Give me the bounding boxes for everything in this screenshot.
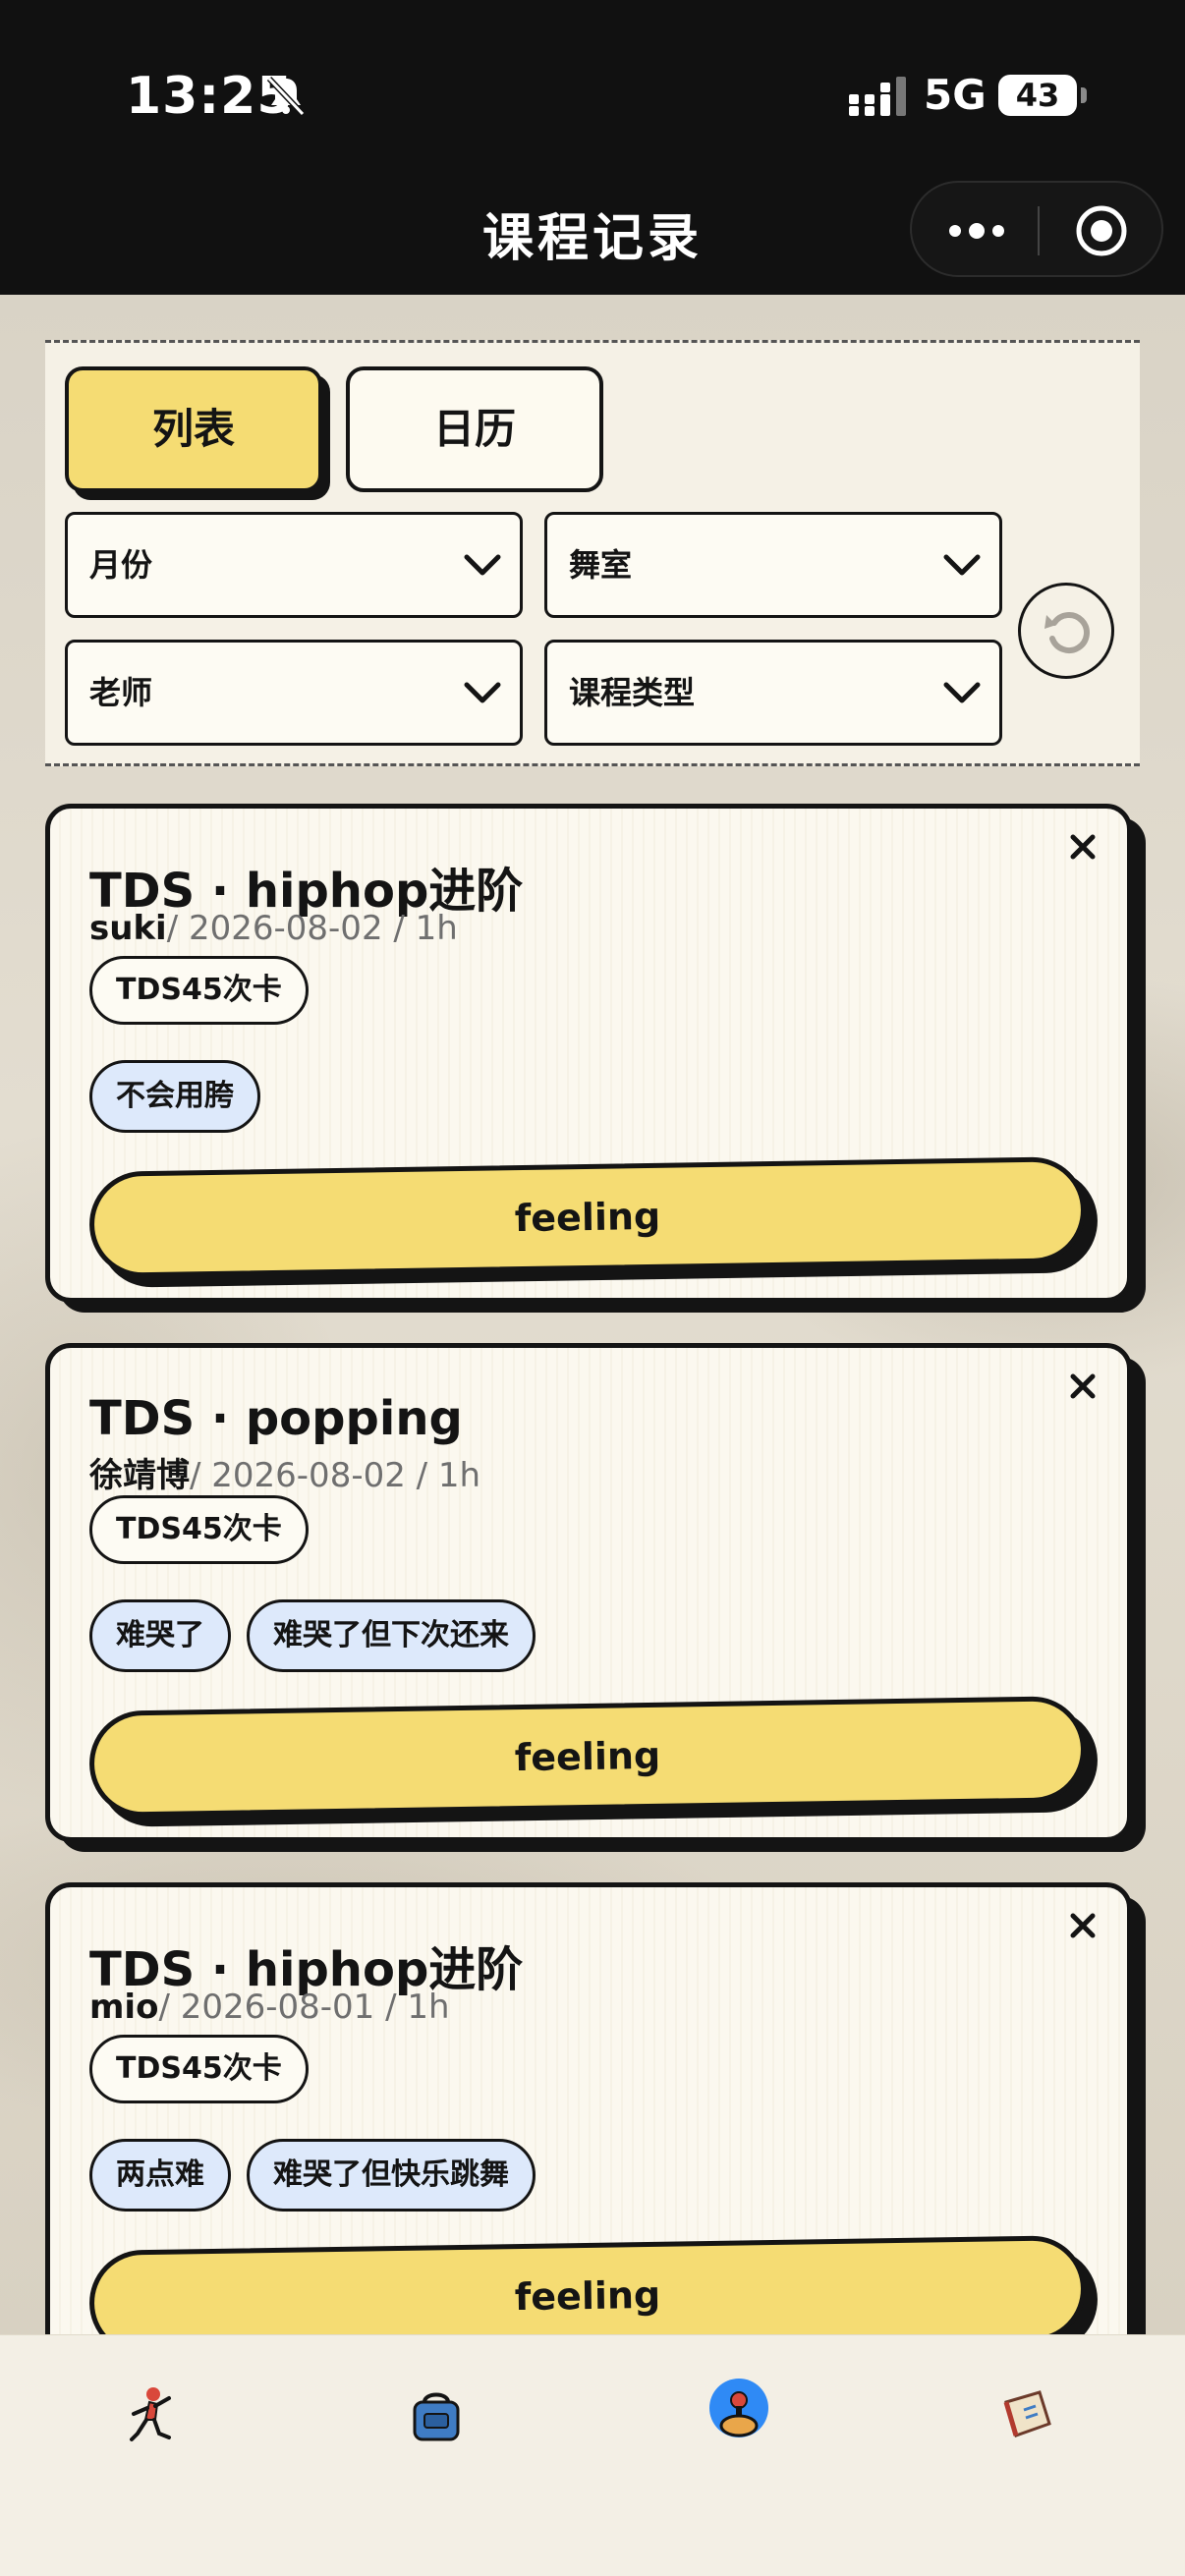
network-label: 5G — [924, 71, 987, 119]
dancer-icon[interactable] — [120, 2384, 183, 2447]
record-teacher: suki — [89, 909, 167, 948]
tab-calendar[interactable]: 日历 — [346, 366, 603, 492]
silent-bell-icon — [266, 76, 306, 117]
feeling-button[interactable]: feeling — [88, 1696, 1087, 1818]
signal-icon — [849, 77, 906, 116]
record-teacher: mio — [89, 1988, 159, 2027]
capsule-divider — [1038, 206, 1040, 255]
bag-icon[interactable] — [405, 2384, 468, 2447]
delete-record-icon[interactable] — [1068, 832, 1098, 862]
book-icon[interactable] — [996, 2384, 1059, 2447]
mood-tag: 难哭了但快乐跳舞 — [247, 2139, 536, 2212]
mood-tag: 不会用胯 — [89, 1060, 260, 1133]
mood-tag: 难哭了 — [89, 1599, 231, 1672]
membership-card-tag: TDS45次卡 — [89, 956, 309, 1025]
record-meta: mio/ 2026-08-01 / 1h — [89, 1988, 450, 2027]
close-program-icon[interactable] — [1075, 204, 1128, 257]
record-teacher: 徐靖博 — [89, 1456, 190, 1495]
teacher-dropdown-label: 老师 — [89, 674, 153, 711]
month-dropdown[interactable]: 月份 — [65, 512, 523, 618]
top-bar: 13:25 5G 43 课程记录 — [0, 0, 1185, 295]
reset-icon — [1044, 612, 1090, 653]
course-type-dropdown[interactable]: 课程类型 — [544, 640, 1002, 746]
feeling-button[interactable]: feeling — [88, 1156, 1087, 1278]
mini-program-capsule — [910, 181, 1163, 277]
record-date-duration: / 2026-08-01 / 1h — [158, 1988, 450, 2027]
filter-panel: 列表 日历 月份 舞室 老师 课程类型 — [45, 340, 1140, 766]
reset-filters-button[interactable] — [1018, 583, 1114, 679]
record-card-body: TDS · hiphop进阶 mio/ 2026-08-01 / 1h TDS4… — [45, 1882, 1132, 2381]
record-card-body: TDS · popping 徐靖博/ 2026-08-02 / 1h TDS45… — [45, 1343, 1132, 1842]
feeling-button-wrap: feeling — [88, 1696, 1101, 1827]
record-date-duration: / 2026-08-02 / 1h — [190, 1456, 481, 1495]
delete-record-icon[interactable] — [1068, 1911, 1098, 1940]
battery-indicator: 43 — [998, 75, 1087, 116]
more-icon[interactable] — [947, 218, 1006, 244]
mood-tag: 两点难 — [89, 2139, 231, 2212]
mood-tags: 难哭了 难哭了但下次还来 — [89, 1599, 536, 1672]
chevron-down-icon — [464, 682, 501, 703]
delete-record-icon[interactable] — [1068, 1372, 1098, 1401]
feeling-button-wrap: feeling — [88, 1156, 1101, 1288]
joystick-icon[interactable] — [707, 2384, 770, 2447]
record-card: TDS · hiphop进阶 mio/ 2026-08-01 / 1h TDS4… — [45, 1882, 1150, 2391]
mood-tags: 两点难 难哭了但快乐跳舞 — [89, 2139, 536, 2212]
chevron-down-icon — [943, 682, 981, 703]
studio-dropdown[interactable]: 舞室 — [544, 512, 1002, 618]
studio-dropdown-label: 舞室 — [569, 546, 633, 584]
month-dropdown-label: 月份 — [89, 546, 153, 584]
course-type-dropdown-label: 课程类型 — [569, 674, 696, 711]
record-card: TDS · hiphop进阶 suki/ 2026-08-02 / 1h TDS… — [45, 804, 1150, 1313]
chevron-down-icon — [943, 554, 981, 576]
record-meta: 徐靖博/ 2026-08-02 / 1h — [89, 1448, 480, 1496]
record-meta: suki/ 2026-08-02 / 1h — [89, 909, 458, 948]
record-title: TDS · popping — [89, 1391, 463, 1446]
membership-card-tag: TDS45次卡 — [89, 1495, 309, 1564]
mood-tags: 不会用胯 — [89, 1060, 260, 1133]
tab-list[interactable]: 列表 — [65, 366, 322, 492]
record-card: TDS · popping 徐靖博/ 2026-08-02 / 1h TDS45… — [45, 1343, 1150, 1852]
record-card-body: TDS · hiphop进阶 suki/ 2026-08-02 / 1h TDS… — [45, 804, 1132, 1303]
bottom-tab-bar — [0, 2334, 1185, 2576]
chevron-down-icon — [464, 554, 501, 576]
mood-tag: 难哭了但下次还来 — [247, 1599, 536, 1672]
membership-card-tag: TDS45次卡 — [89, 2035, 309, 2103]
teacher-dropdown[interactable]: 老师 — [65, 640, 523, 746]
record-date-duration: / 2026-08-02 / 1h — [166, 909, 458, 948]
